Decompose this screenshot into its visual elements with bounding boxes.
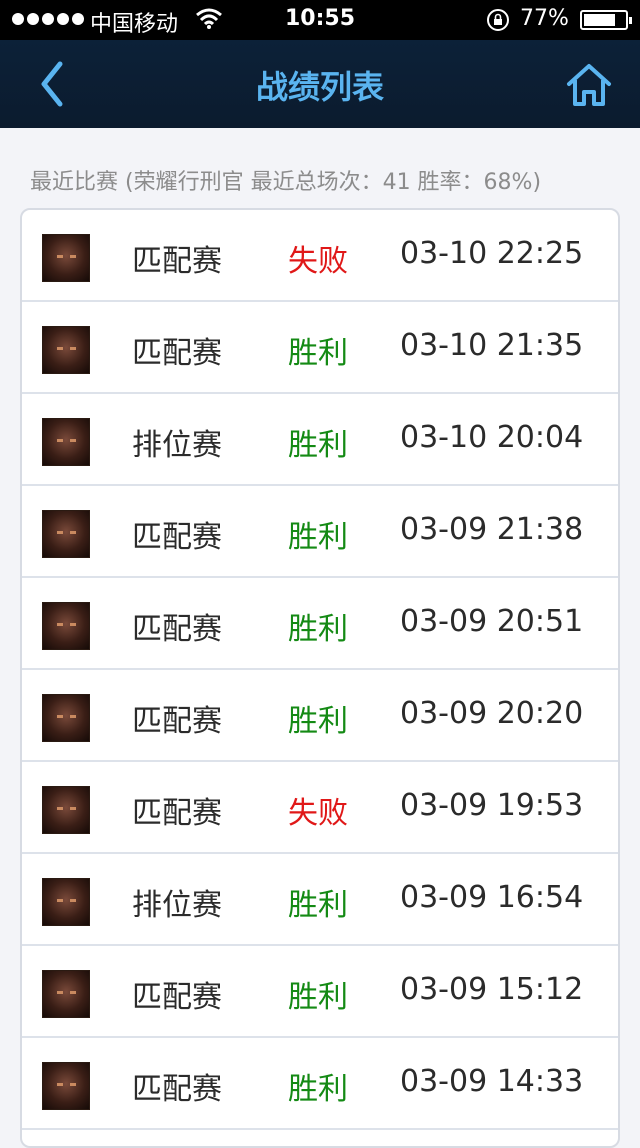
- hero-avatar: [42, 418, 90, 466]
- match-row[interactable]: 匹配赛 胜利 03-09 21:38: [22, 486, 618, 578]
- match-result: 失败: [288, 796, 348, 831]
- hero-avatar: [42, 694, 90, 742]
- match-result: 胜利: [288, 428, 348, 463]
- hero-avatar: [42, 970, 90, 1018]
- match-type: 匹配赛: [132, 1072, 222, 1107]
- match-row[interactable]: 匹配赛 胜利 03-09 20:51: [22, 578, 618, 670]
- match-result: 胜利: [288, 336, 348, 371]
- match-type: 匹配赛: [132, 336, 222, 371]
- match-row[interactable]: 匹配赛 失败 03-09 19:53: [22, 762, 618, 854]
- match-result: 胜利: [288, 704, 348, 739]
- match-row[interactable]: 匹配赛 胜利 03-09 20:20: [22, 670, 618, 762]
- match-result: 失败: [288, 244, 348, 279]
- match-time: 03-09 19:53: [400, 788, 584, 823]
- match-time: 03-09 16:54: [400, 880, 584, 915]
- match-result: 胜利: [288, 520, 348, 555]
- match-row[interactable]: 排位赛 胜利 03-09 16:54: [22, 854, 618, 946]
- match-result: 胜利: [288, 888, 348, 923]
- match-time: 03-10 22:25: [400, 236, 584, 271]
- match-type: 排位赛: [132, 888, 222, 923]
- page-title: 战绩列表: [255, 68, 384, 106]
- home-icon: [567, 64, 611, 106]
- match-type: 匹配赛: [132, 796, 222, 831]
- status-bar: 中国移动 10:55 77%: [0, 0, 640, 40]
- match-time: 03-09 20:51: [400, 604, 584, 639]
- match-time: 03-10 20:04: [400, 420, 584, 455]
- match-time: 03-09 14:33: [400, 1064, 584, 1099]
- hero-avatar: [42, 1062, 90, 1110]
- match-row[interactable]: 匹配赛 胜利 03-09 15:12: [22, 946, 618, 1038]
- hero-avatar: [42, 326, 90, 374]
- match-row[interactable]: 匹配赛 失败 03-10 22:25: [22, 210, 618, 302]
- match-type: 匹配赛: [132, 980, 222, 1015]
- home-button[interactable]: [564, 60, 614, 110]
- rotation-lock-icon: [486, 8, 510, 38]
- match-type: 匹配赛: [132, 520, 222, 555]
- hero-avatar: [42, 878, 90, 926]
- match-result: 胜利: [288, 980, 348, 1015]
- match-result: 胜利: [288, 1072, 348, 1107]
- nav-bar: 战绩列表: [0, 40, 640, 128]
- hero-avatar: [42, 510, 90, 558]
- match-summary: 最近比赛 (荣耀行刑官 最近总场次：41 胜率：68%): [30, 170, 542, 195]
- match-time: 03-09 21:38: [400, 512, 584, 547]
- battery-percent: 77%: [520, 6, 569, 31]
- match-time: 03-09 20:20: [400, 696, 584, 731]
- match-type: 匹配赛: [132, 704, 222, 739]
- match-type: 匹配赛: [132, 244, 222, 279]
- match-row[interactable]: 匹配赛 胜利 03-10 21:35: [22, 302, 618, 394]
- match-type: 排位赛: [132, 428, 222, 463]
- hero-avatar: [42, 234, 90, 282]
- match-time: 03-10 21:35: [400, 328, 584, 363]
- match-time: 03-09 15:12: [400, 972, 584, 1007]
- match-row[interactable]: 排位赛 胜利 03-10 20:04: [22, 394, 618, 486]
- hero-avatar: [42, 602, 90, 650]
- hero-avatar: [42, 786, 90, 834]
- match-type: 匹配赛: [132, 612, 222, 647]
- battery-icon: [580, 10, 632, 30]
- match-list: 匹配赛 失败 03-10 22:25 匹配赛 胜利 03-10 21:35 排位赛 胜利 03-…: [20, 208, 620, 1148]
- match-result: 胜利: [288, 612, 348, 647]
- match-row[interactable]: 匹配赛 胜利 03-09 14:33: [22, 1038, 618, 1130]
